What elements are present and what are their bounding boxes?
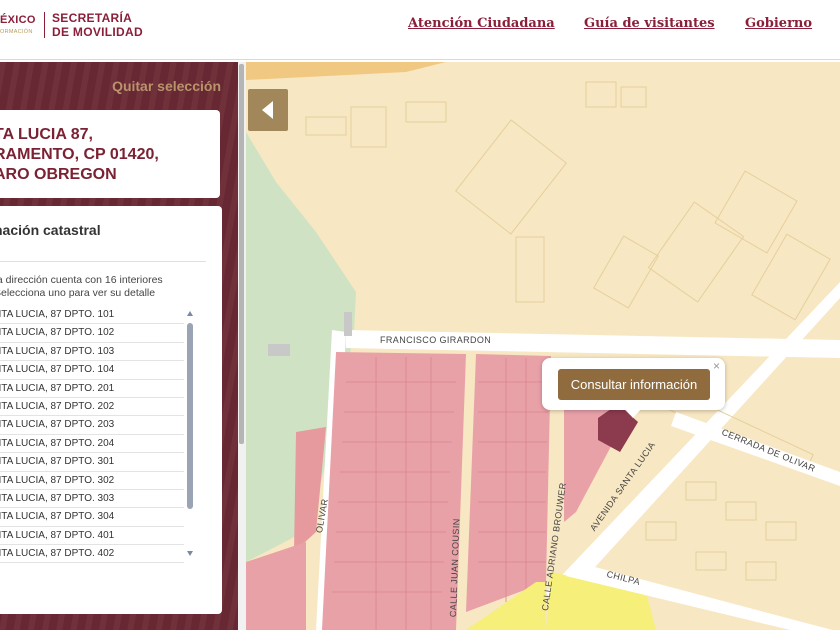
unit-list-item[interactable]: NTA LUCIA, 87 DPTO. 402 <box>0 545 184 564</box>
logo-line-2: ORMACIÓN <box>0 29 33 35</box>
unit-list-scrollbar[interactable] <box>187 311 193 556</box>
unit-list-item[interactable]: NTA LUCIA, 87 DPTO. 203 <box>0 416 184 435</box>
unit-list-item[interactable]: NTA LUCIA, 87 DPTO. 303 <box>0 490 184 509</box>
unit-list: NTA LUCIA, 87 DPTO. 101 NTA LUCIA, 87 DP… <box>0 306 184 564</box>
map-block-mixed <box>322 352 466 630</box>
map-block <box>246 62 446 80</box>
unit-list-item[interactable]: NTA LUCIA, 87 DPTO. 102 <box>0 324 184 343</box>
scroll-up-arrow-icon[interactable] <box>187 311 193 316</box>
map-marker <box>268 344 290 356</box>
unit-list-item[interactable]: NTA LUCIA, 87 DPTO. 204 <box>0 435 184 454</box>
unit-list-item[interactable]: NTA LUCIA, 87 DPTO. 201 <box>0 380 184 398</box>
scroll-down-arrow-icon[interactable] <box>187 551 193 556</box>
popup-pointer <box>624 408 642 418</box>
unit-list-item[interactable]: NTA LUCIA, 87 DPTO. 401 <box>0 527 184 546</box>
parcel-popup: × Consultar información <box>542 358 725 418</box>
panel-scrollbar[interactable] <box>238 62 246 630</box>
logo-line-1: ÉXICO <box>0 14 36 26</box>
divider <box>0 261 206 262</box>
street-label-girardon: FRANCISCO GIRARDON <box>380 335 492 345</box>
scrollbar-thumb[interactable] <box>187 323 193 509</box>
unit-list-item[interactable]: NTA LUCIA, 87 DPTO. 103 <box>0 343 184 362</box>
secretaria-logo-text[interactable]: SECRETARÍA DE MOVILIDAD <box>52 11 143 39</box>
nav-guia-visitantes[interactable]: Guía de visitantes <box>584 16 715 31</box>
nav-atencion-ciudadana[interactable]: Atención Ciudadana <box>408 16 555 31</box>
address-text: TA LUCIA 87, RAMENTO, CP 01420, ARO OBRE… <box>0 126 159 183</box>
cadastral-map[interactable]: FRANCISCO GIRARDON OLIVAR CALLE JUAN COU… <box>246 62 840 630</box>
map-canvas <box>246 62 840 630</box>
map-block-mixed <box>466 354 551 612</box>
close-icon[interactable]: × <box>713 359 720 373</box>
unit-list-item[interactable]: NTA LUCIA, 87 DPTO. 101 <box>0 306 184 325</box>
government-logo[interactable]: ÉXICO ORMACIÓN <box>0 12 40 42</box>
collapse-panel-button[interactable] <box>248 89 288 131</box>
unit-list-item[interactable]: NTA LUCIA, 87 DPTO. 202 <box>0 398 184 417</box>
address-card: TA LUCIA 87, RAMENTO, CP 01420, ARO OBRE… <box>0 110 220 198</box>
cadastral-info-card: nación catastral ta dirección cuenta con… <box>0 206 222 614</box>
unit-list-item[interactable]: NTA LUCIA, 87 DPTO. 304 <box>0 508 184 527</box>
panel-scrollbar-thumb[interactable] <box>239 64 244 444</box>
chevron-left-icon <box>262 101 273 119</box>
nav-gobierno[interactable]: Gobierno <box>745 16 812 31</box>
side-panel: Quitar selección TA LUCIA 87, RAMENTO, C… <box>0 62 238 630</box>
cadastral-info-title: nación catastral <box>0 222 101 238</box>
logo-divider <box>44 12 45 38</box>
unit-list-item[interactable]: NTA LUCIA, 87 DPTO. 301 <box>0 453 184 472</box>
interiors-description: ta dirección cuenta con 16 interiores Se… <box>0 274 163 299</box>
top-header: ÉXICO ORMACIÓN SECRETARÍA DE MOVILIDAD A… <box>0 0 840 60</box>
consult-info-button[interactable]: Consultar información <box>558 369 710 400</box>
clear-selection-button[interactable]: Quitar selección <box>112 78 221 94</box>
unit-list-item[interactable]: NTA LUCIA, 87 DPTO. 104 <box>0 361 184 380</box>
unit-list-item[interactable]: NTA LUCIA, 87 DPTO. 302 <box>0 472 184 490</box>
map-marker <box>344 312 352 336</box>
